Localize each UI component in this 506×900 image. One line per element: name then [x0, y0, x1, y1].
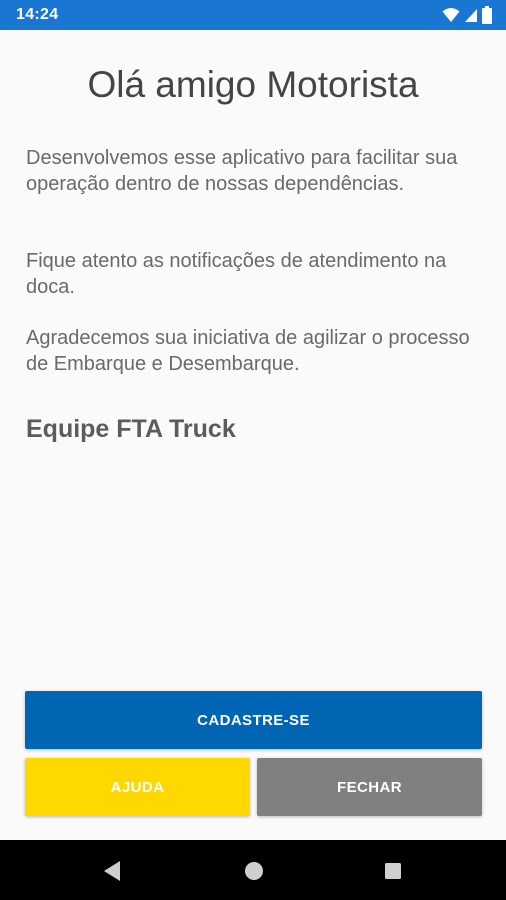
signal-icon	[464, 7, 478, 23]
status-icons	[442, 6, 492, 24]
thanks-paragraph: Agradecemos sua iniciativa de agilizar o…	[26, 327, 470, 375]
navigation-bar	[0, 840, 506, 900]
wifi-icon	[442, 7, 460, 23]
page-title: Olá amigo Motorista	[87, 64, 419, 105]
back-icon[interactable]	[101, 860, 123, 882]
notification-paragraph: Fique atento as notificações de atendime…	[26, 250, 447, 298]
home-icon[interactable]	[243, 860, 265, 882]
team-signature: Equipe FTA Truck	[26, 415, 236, 443]
intro-paragraph: Desenvolvemos esse aplicativo para facil…	[26, 147, 458, 195]
recents-icon[interactable]	[382, 860, 404, 882]
status-time: 14:24	[16, 6, 59, 23]
close-button[interactable]: FECHAR	[257, 758, 482, 816]
battery-icon	[482, 6, 492, 24]
welcome-screen: Olá amigo Motorista Desenvolvemos esse a…	[0, 30, 506, 840]
status-bar: 14:24	[0, 0, 506, 30]
help-button[interactable]: AJUDA	[25, 758, 250, 816]
register-button[interactable]: CADASTRE-SE	[25, 691, 482, 749]
